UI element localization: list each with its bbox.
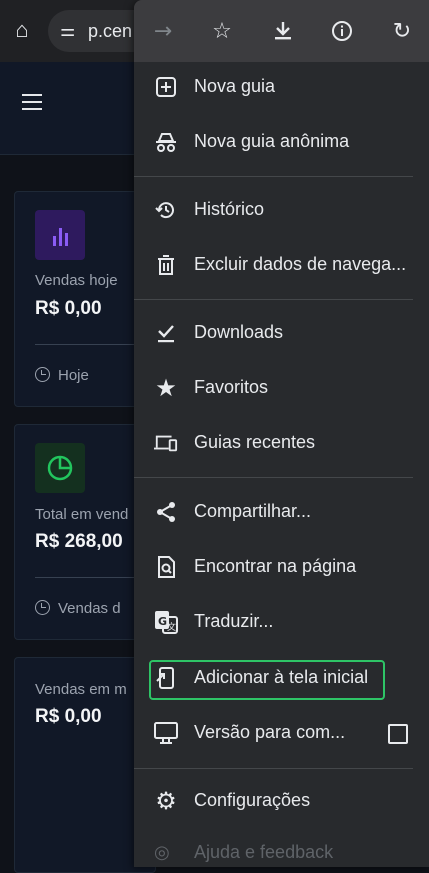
- card-value: R$ 0,00: [35, 298, 102, 319]
- menu-item-find-in-page[interactable]: Encontrar na página: [134, 542, 429, 592]
- desktop-site-checkbox[interactable]: [388, 724, 408, 744]
- menu-item-label: Histórico: [194, 199, 265, 219]
- pie-chart-icon: [35, 443, 85, 493]
- card-value: R$ 0,00: [35, 706, 102, 727]
- share-icon: [154, 500, 178, 524]
- card-label: Vendas hoje: [35, 272, 118, 289]
- menu-item-label: Adicionar à tela inicial: [194, 667, 369, 687]
- clock-icon: [35, 367, 50, 382]
- gear-icon: ⚙: [155, 787, 177, 815]
- trash-icon: [154, 253, 178, 277]
- history-icon: [154, 198, 178, 222]
- bar-chart-icon: [35, 210, 85, 260]
- card-label: Vendas em m: [35, 681, 127, 698]
- browser-overflow-menu: → ☆ ↻ Nova guia Nova guia anônima Histór…: [134, 0, 429, 867]
- site-info-icon[interactable]: ⚌: [60, 21, 75, 41]
- menu-item-settings[interactable]: ⚙ Configurações: [134, 776, 429, 826]
- help-icon: ◎: [154, 842, 170, 862]
- menu-item-recent-tabs[interactable]: Guias recentes: [134, 418, 429, 468]
- menu-item-history[interactable]: Histórico: [134, 185, 429, 235]
- desktop-icon: [154, 721, 178, 745]
- menu-item-label: Traduzir...: [194, 611, 274, 631]
- menu-item-label: Nova guia anônima: [194, 131, 350, 151]
- card-footer: Hoje: [35, 367, 89, 384]
- menu-item-add-to-home[interactable]: Adicionar à tela inicial: [134, 653, 429, 703]
- menu-item-new-tab[interactable]: Nova guia: [134, 62, 429, 112]
- menu-item-clear-data[interactable]: Excluir dados de navega...: [134, 240, 429, 290]
- home-icon[interactable]: ⌂: [8, 16, 36, 44]
- menu-item-label: Downloads: [194, 322, 284, 342]
- menu-divider: [134, 176, 413, 177]
- incognito-icon: [154, 130, 178, 154]
- menu-item-label: Excluir dados de navega...: [194, 254, 407, 274]
- card-footer-text: Hoje: [58, 367, 89, 384]
- reload-icon[interactable]: ↻: [387, 16, 417, 46]
- download-icon[interactable]: [268, 16, 298, 46]
- url-text: p.cen: [88, 21, 133, 41]
- card-value: R$ 268,00: [35, 531, 123, 552]
- find-in-page-icon: [154, 555, 178, 579]
- card-footer-text: Vendas d: [58, 600, 121, 617]
- menu-item-label: Guias recentes: [194, 432, 316, 452]
- add-to-home-icon: [154, 666, 178, 690]
- svg-text:文: 文: [167, 621, 176, 633]
- devices-icon: [154, 431, 178, 455]
- star-icon[interactable]: ☆: [207, 16, 237, 46]
- menu-item-label: Favoritos: [194, 377, 269, 397]
- menu-item-desktop-site[interactable]: Versão para com...: [134, 708, 429, 758]
- info-icon[interactable]: [327, 16, 357, 46]
- card-footer: Vendas d: [35, 600, 121, 617]
- menu-item-label: Ajuda e feedback: [194, 842, 334, 862]
- menu-item-bookmarks[interactable]: ★ Favoritos: [134, 363, 429, 413]
- clock-icon: [35, 600, 50, 615]
- card-label: Total em vend: [35, 506, 129, 523]
- menu-item-label: Encontrar na página: [194, 556, 357, 576]
- forward-icon[interactable]: →: [148, 16, 178, 46]
- menu-toolbar: → ☆ ↻: [134, 0, 429, 62]
- menu-item-label: Configurações: [194, 790, 311, 810]
- menu-item-incognito[interactable]: Nova guia anônima: [134, 117, 429, 167]
- translate-icon: G文: [154, 610, 178, 634]
- menu-item-translate[interactable]: G文 Traduzir...: [134, 597, 429, 647]
- star-filled-icon: ★: [155, 374, 177, 402]
- menu-item-help-partial[interactable]: ◎ Ajuda e feedback: [154, 842, 333, 863]
- menu-item-label: Compartilhar...: [194, 501, 312, 521]
- menu-divider: [134, 299, 413, 300]
- menu-item-share[interactable]: Compartilhar...: [134, 487, 429, 537]
- menu-item-downloads[interactable]: Downloads: [134, 308, 429, 358]
- menu-divider: [134, 768, 413, 769]
- hamburger-menu-icon[interactable]: [22, 94, 42, 115]
- new-tab-icon: [154, 75, 178, 99]
- svg-text:G: G: [158, 615, 167, 628]
- downloads-icon: [154, 321, 178, 345]
- menu-divider: [134, 477, 413, 478]
- menu-item-label: Versão para com...: [194, 722, 346, 742]
- menu-item-label: Nova guia: [194, 76, 276, 96]
